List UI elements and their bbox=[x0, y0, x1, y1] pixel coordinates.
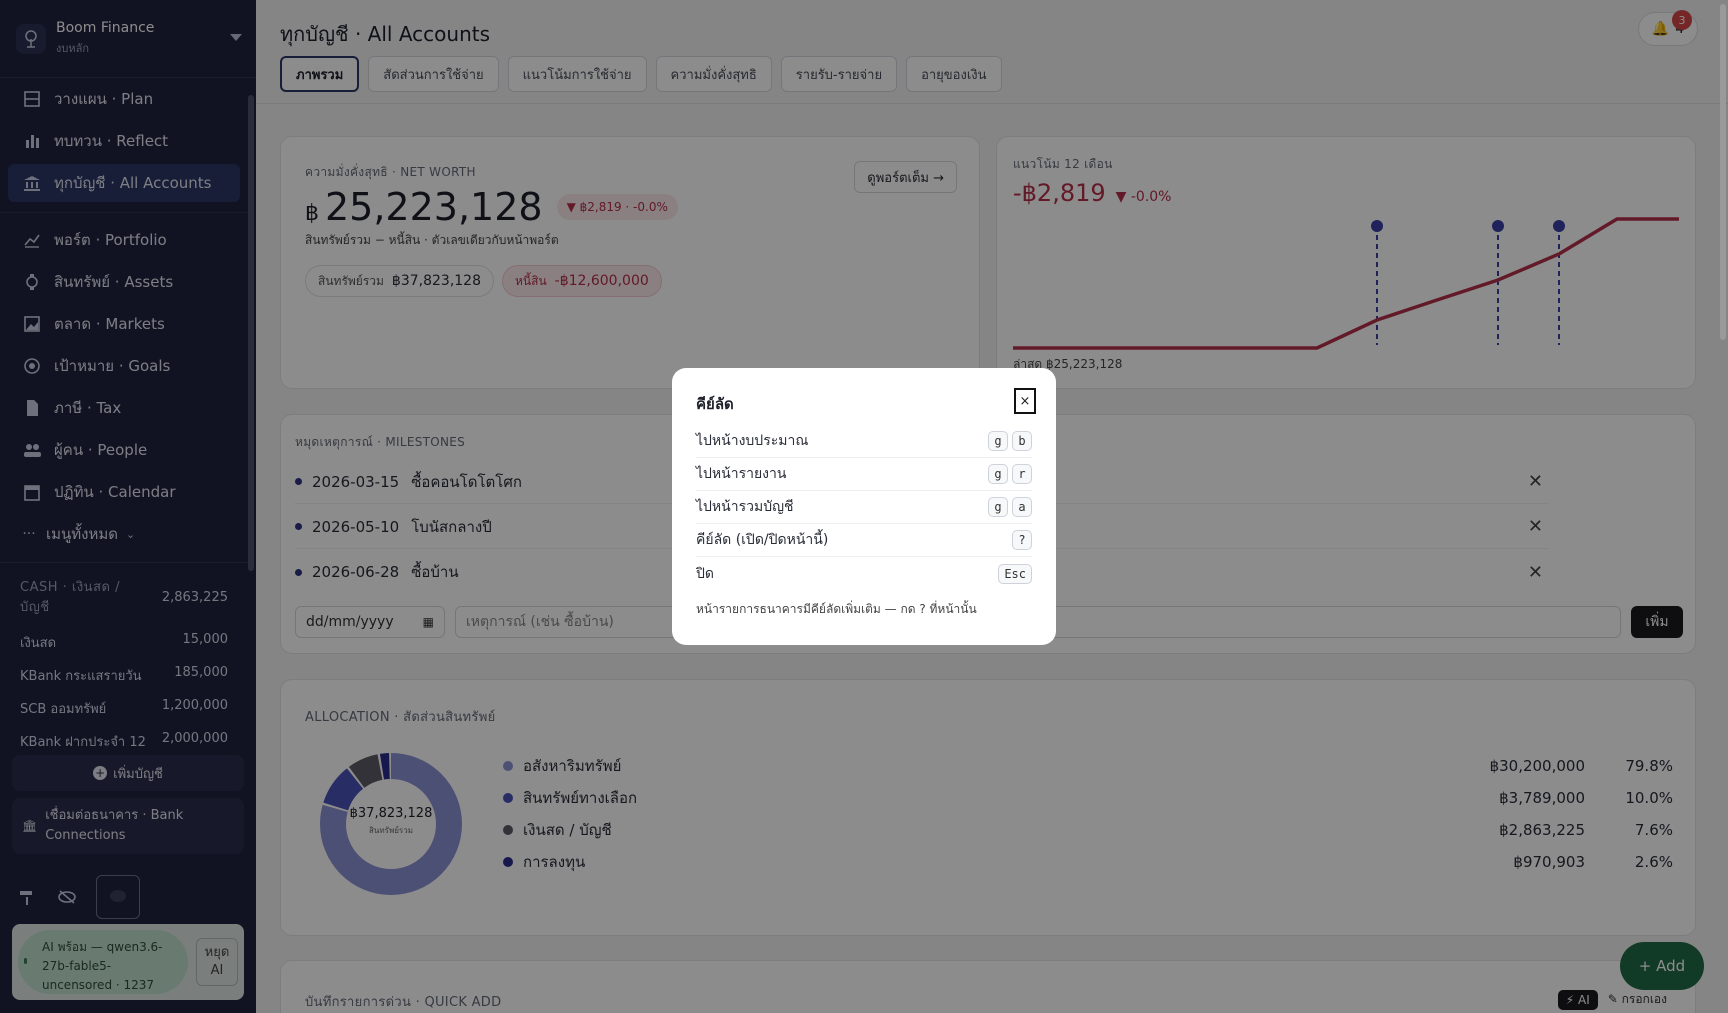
shortcut-row: ไปหน้ารายงาน gr bbox=[696, 458, 1032, 491]
close-icon[interactable]: × bbox=[1014, 388, 1036, 414]
shortcut-row: ไปหน้ารวมบัญชี ga bbox=[696, 491, 1032, 524]
key: ? bbox=[1012, 530, 1032, 550]
key: a bbox=[1012, 497, 1032, 517]
page-scrollbar[interactable] bbox=[1720, 4, 1726, 340]
shortcut-row: คีย์ลัด (เปิด/ปิดหน้านี้) ? bbox=[696, 524, 1032, 557]
key: b bbox=[1012, 431, 1032, 451]
key: g bbox=[988, 431, 1008, 451]
key: g bbox=[988, 497, 1008, 517]
modal-note: หน้ารายการธนาคารมีคีย์ลัดเพิ่มเติม — กด … bbox=[696, 602, 977, 616]
key: g bbox=[988, 464, 1008, 484]
key: Esc bbox=[998, 563, 1032, 584]
shortcuts-modal: คีย์ลัด × ไปหน้างบประมาณ gb ไปหน้ารายงาน… bbox=[672, 368, 1056, 645]
shortcut-row: ไปหน้างบประมาณ gb bbox=[696, 425, 1032, 458]
modal-title: คีย์ลัด bbox=[696, 395, 734, 413]
key: r bbox=[1012, 464, 1032, 484]
shortcut-row: ปิด Esc bbox=[696, 557, 1032, 590]
